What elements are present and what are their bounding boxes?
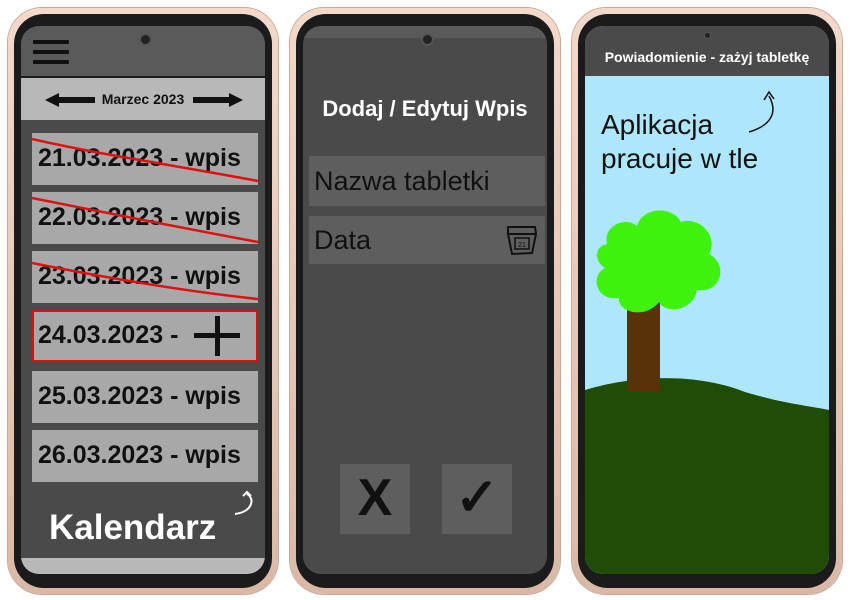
phone-calendar: Marzec 2023 21.03.2023 - wpis 22.03.2023… bbox=[8, 8, 278, 594]
cancel-button[interactable]: X bbox=[340, 464, 410, 534]
notification-banner[interactable]: Powiadomienie - zażyj tabletkę bbox=[585, 26, 829, 76]
entry-label: 22.03.2023 - wpis bbox=[38, 203, 241, 231]
date-placeholder: Data bbox=[314, 225, 372, 255]
entry-row[interactable]: 22.03.2023 - wpis bbox=[32, 192, 258, 244]
background-note-line: pracuje w tle bbox=[601, 143, 759, 174]
entry-label: 23.03.2023 - wpis bbox=[38, 262, 241, 290]
svg-text:21: 21 bbox=[518, 242, 526, 249]
entry-row-selected[interactable]: 24.03.2023 - bbox=[32, 310, 258, 362]
background-note-line: Aplikacja bbox=[601, 109, 714, 140]
phone-notification: Powiadomienie - zażyj tabletkę Aplikacja… bbox=[572, 8, 842, 594]
confirm-button[interactable]: ✓ bbox=[442, 464, 512, 534]
camera-icon bbox=[421, 33, 434, 46]
arrow-right-icon[interactable] bbox=[193, 93, 243, 107]
month-bar: Marzec 2023 bbox=[21, 78, 265, 120]
entry-row[interactable]: 23.03.2023 - wpis bbox=[32, 251, 258, 303]
phone-edit: Dodaj / Edytuj Wpis Nazwa tabletki Data … bbox=[290, 8, 560, 594]
entry-label: 24.03.2023 - bbox=[38, 321, 179, 349]
background-note: Aplikacja pracuje w tle bbox=[601, 108, 758, 176]
cancel-icon: X bbox=[357, 469, 393, 527]
entry-label: 21.03.2023 - wpis bbox=[38, 144, 241, 172]
notification-text: Powiadomienie - zażyj tabletkę bbox=[604, 49, 810, 65]
entry-label: 25.03.2023 - wpis bbox=[38, 382, 241, 410]
pill-name-field[interactable]: Nazwa tabletki bbox=[309, 156, 545, 206]
bottom-bar bbox=[21, 558, 265, 574]
pill-name-placeholder: Nazwa tabletki bbox=[314, 166, 490, 196]
entry-row[interactable]: 21.03.2023 - wpis bbox=[32, 133, 258, 185]
entry-label: 26.03.2023 - wpis bbox=[38, 441, 241, 469]
calendar-screen: Marzec 2023 21.03.2023 - wpis 22.03.2023… bbox=[21, 26, 265, 574]
calendar-caption: Kalendarz bbox=[49, 508, 217, 547]
camera-icon bbox=[704, 32, 711, 39]
check-icon: ✓ bbox=[455, 469, 499, 527]
add-entry-icon[interactable] bbox=[194, 316, 240, 356]
hamburger-icon[interactable] bbox=[33, 40, 69, 68]
page-title: Dodaj / Edytuj Wpis bbox=[322, 96, 528, 121]
arrow-annotation-icon bbox=[234, 490, 253, 515]
camera-icon bbox=[139, 33, 152, 46]
entry-row[interactable]: 25.03.2023 - wpis bbox=[32, 371, 258, 423]
date-field[interactable]: Data 21 bbox=[309, 216, 545, 264]
entry-row[interactable]: 26.03.2023 - wpis bbox=[32, 430, 258, 482]
edit-screen: Dodaj / Edytuj Wpis Nazwa tabletki Data … bbox=[303, 26, 547, 574]
home-screen: Powiadomienie - zażyj tabletkę Aplikacja… bbox=[585, 26, 829, 574]
calendar-icon[interactable]: 21 bbox=[505, 224, 539, 256]
